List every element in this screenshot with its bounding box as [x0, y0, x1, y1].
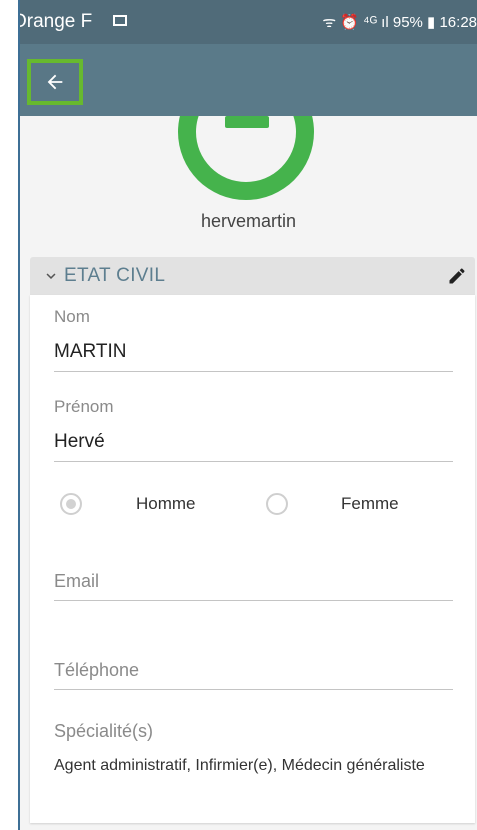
prenom-underline: [54, 461, 453, 462]
status-indicators: ᯤ ⏰ ⁴ᴳ ıl 95% ▮ 16:28: [322, 14, 477, 31]
prenom-field[interactable]: Hervé: [54, 431, 105, 453]
telephone-field[interactable]: Téléphone: [54, 660, 139, 681]
pencil-icon[interactable]: [447, 266, 467, 286]
nom-label: Nom: [54, 307, 90, 326]
status-bar: Orange F ᯤ ⏰ ⁴ᴳ ıl 95% ▮ 16:28: [20, 0, 477, 44]
app-screen: Orange F ᯤ ⏰ ⁴ᴳ ıl 95% ▮ 16:28 hervemart…: [20, 0, 477, 830]
section-header-etat-civil[interactable]: ETAT CIVIL: [30, 257, 475, 295]
femme-radio[interactable]: [266, 493, 288, 515]
email-underline: [54, 600, 453, 601]
section-title: ETAT CIVIL: [64, 265, 166, 286]
carrier-name: Orange F: [20, 11, 93, 32]
arrow-left-icon: [47, 74, 63, 90]
email-field[interactable]: Email: [54, 571, 99, 592]
frame-margin: [0, 0, 18, 830]
nom-underline: [54, 371, 453, 372]
femme-label[interactable]: Femme: [341, 494, 399, 514]
prenom-label: Prénom: [54, 397, 114, 416]
app-bar: [20, 44, 477, 116]
specialites-label: Spécialité(s): [54, 721, 154, 741]
nom-field[interactable]: MARTIN: [54, 341, 126, 363]
back-button[interactable]: [27, 59, 83, 105]
username: hervemartin: [200, 211, 297, 231]
chevron-down-icon: [46, 273, 56, 279]
avatar[interactable]: [178, 116, 314, 200]
etat-civil-card: Nom MARTIN Prénom Hervé Homme Femme Emai…: [30, 295, 475, 823]
homme-label[interactable]: Homme: [136, 494, 196, 514]
specialites-value[interactable]: Agent administratif, Infirmier(e), Médec…: [54, 755, 459, 776]
homme-radio[interactable]: [60, 493, 82, 515]
image-notification-icon: [113, 15, 127, 26]
telephone-underline: [54, 689, 453, 690]
